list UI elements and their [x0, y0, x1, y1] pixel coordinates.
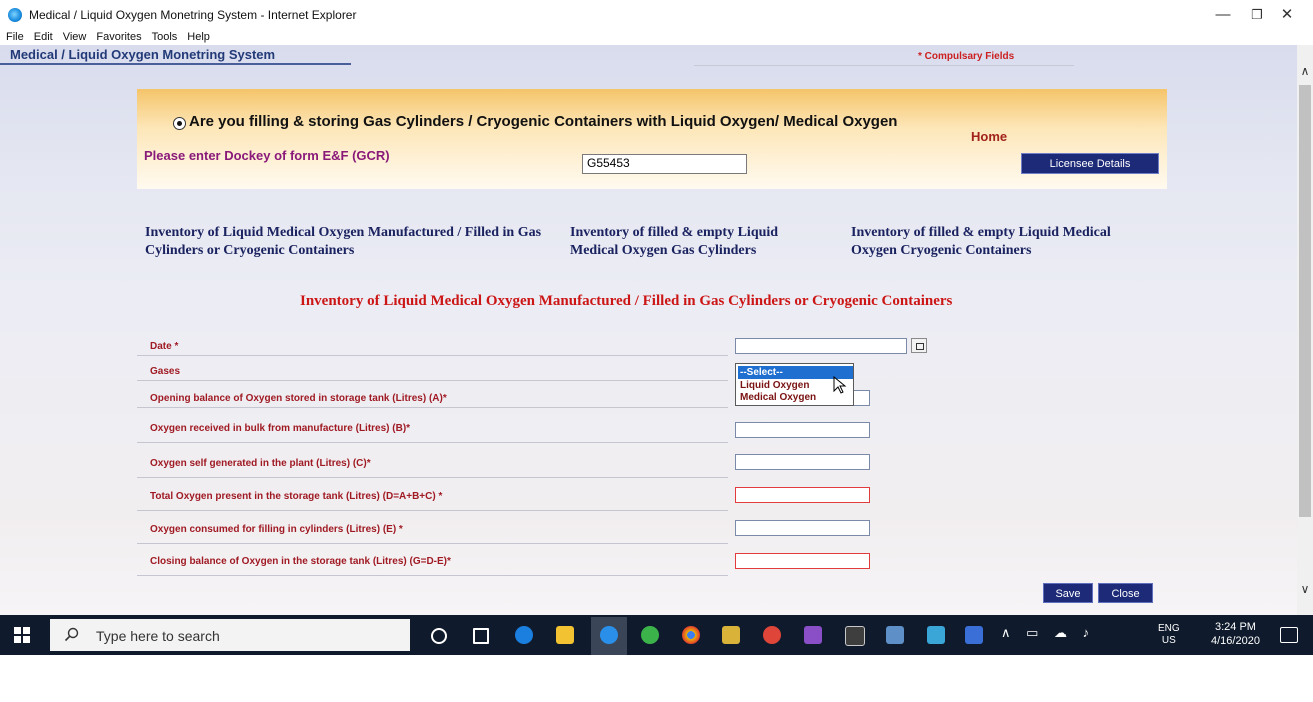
menu-help[interactable]: Help: [187, 31, 210, 43]
search-icon: [64, 627, 79, 642]
home-link[interactable]: Home: [971, 129, 1007, 144]
filling-storing-question: Are you filling & storing Gas Cylinders …: [189, 113, 898, 130]
row-divider: [137, 442, 728, 443]
close-window-button[interactable]: ✕: [1274, 4, 1300, 26]
tools-app-icon[interactable]: [927, 626, 945, 644]
consumed-oxygen-input[interactable]: [735, 520, 870, 536]
chrome-icon[interactable]: [682, 626, 700, 644]
clock-date: 4/16/2020: [1211, 635, 1260, 647]
received-bulk-label: Oxygen received in bulk from manufacture…: [150, 423, 411, 434]
notification-icon[interactable]: [1280, 627, 1298, 643]
internet-explorer-taskbar-icon: [600, 626, 618, 644]
internet-explorer-icon: [8, 8, 22, 22]
date-input[interactable]: [735, 338, 907, 354]
taskbar-clock[interactable]: 3:24 PM 4/16/2020: [1211, 620, 1260, 648]
closing-balance-input[interactable]: [735, 553, 870, 569]
taskbar-search-box[interactable]: Type here to search: [50, 619, 410, 651]
scrollbar-thumb[interactable]: [1299, 85, 1311, 517]
input-language[interactable]: ENG US: [1158, 623, 1180, 647]
gases-label: Gases: [150, 366, 181, 377]
cortana-icon[interactable]: [431, 628, 447, 644]
self-generated-input[interactable]: [735, 454, 870, 470]
consumed-oxygen-label: Oxygen consumed for filling in cylinders…: [150, 524, 403, 535]
windows-start-icon[interactable]: [14, 627, 30, 643]
save-button[interactable]: Save: [1043, 583, 1093, 603]
received-bulk-input[interactable]: [735, 422, 870, 438]
menu-bar: File Edit View Favorites Tools Help: [0, 31, 214, 45]
closing-balance-label: Closing balance of Oxygen in the storage…: [150, 556, 451, 567]
row-divider: [137, 543, 728, 544]
infinity-app-icon[interactable]: [763, 626, 781, 644]
inventory-link-cryogenic-containers[interactable]: Inventory of filled & empty Liquid Medic…: [851, 224, 1156, 260]
row-divider: [137, 510, 728, 511]
region-code: US: [1161, 635, 1176, 646]
radio-selected-dot: [177, 121, 182, 126]
inventory-link-manufactured[interactable]: Inventory of Liquid Medical Oxygen Manuf…: [145, 224, 565, 260]
title-underline: [0, 63, 351, 65]
scroll-down-icon[interactable]: ∨: [1297, 582, 1313, 598]
taskbar-active-app[interactable]: [591, 617, 627, 655]
dockey-input[interactable]: G55453: [582, 154, 747, 174]
row-divider: [137, 407, 728, 408]
windows-taskbar: Type here to search ∧ ▭ ☁ ♪ ENG US 3:24 …: [0, 615, 1313, 655]
window-title-bar: Medical / Liquid Oxygen Monetring System…: [0, 0, 1313, 30]
date-label: Date *: [150, 341, 179, 352]
menu-favorites[interactable]: Favorites: [96, 31, 141, 43]
file-explorer-icon[interactable]: [556, 626, 574, 644]
total-oxygen-label: Total Oxygen present in the storage tank…: [150, 491, 443, 502]
section-title: Inventory of Liquid Medical Oxygen Manuf…: [300, 293, 953, 309]
self-generated-label: Oxygen self generated in the plant (Litr…: [150, 458, 371, 469]
database-app-icon[interactable]: [722, 626, 740, 644]
monitor-app-icon[interactable]: [845, 626, 865, 646]
notepad-app-icon[interactable]: [886, 626, 904, 644]
minimize-button[interactable]: —: [1210, 4, 1236, 26]
edge-icon[interactable]: [515, 626, 533, 644]
clock-time: 3:24 PM: [1214, 621, 1256, 633]
compulsory-fields-note: * Compulsary Fields: [918, 51, 1015, 62]
language-code: ENG: [1158, 623, 1180, 634]
mouse-cursor-icon: [833, 376, 847, 394]
filling-storing-radio[interactable]: [173, 117, 186, 130]
total-oxygen-input[interactable]: [735, 487, 870, 503]
restore-button[interactable]: ❐: [1244, 4, 1270, 26]
calendar-icon[interactable]: [911, 338, 927, 353]
scroll-up-icon[interactable]: ∧: [1297, 64, 1313, 80]
system-tray-icons[interactable]: ∧ ▭ ☁ ♪: [1001, 625, 1111, 645]
dockey-label: Please enter Dockey of form E&F (GCR): [144, 148, 390, 163]
menu-tools[interactable]: Tools: [152, 31, 178, 43]
form-banner: Are you filling & storing Gas Cylinders …: [137, 89, 1167, 189]
menu-file[interactable]: File: [6, 31, 24, 43]
inventory-link-gas-cylinders[interactable]: Inventory of filled & empty Liquid Medic…: [570, 224, 820, 260]
row-divider: [137, 575, 728, 576]
row-divider: [137, 477, 728, 478]
green-app-icon[interactable]: [641, 626, 659, 644]
row-divider: [137, 355, 728, 356]
task-view-icon[interactable]: [473, 628, 489, 644]
gases-option-medical-oxygen[interactable]: Medical Oxygen: [738, 391, 816, 404]
menu-edit[interactable]: Edit: [34, 31, 53, 43]
window-title: Medical / Liquid Oxygen Monetring System…: [29, 8, 357, 22]
vs-app-icon[interactable]: [965, 626, 983, 644]
header-divider: [694, 65, 1074, 66]
menu-view[interactable]: View: [63, 31, 87, 43]
app-title: Medical / Liquid Oxygen Monetring System: [10, 47, 276, 62]
close-button[interactable]: Close: [1098, 583, 1153, 603]
licensee-details-button[interactable]: Licensee Details: [1021, 153, 1159, 174]
opening-balance-label: Opening balance of Oxygen stored in stor…: [150, 393, 447, 404]
row-divider: [137, 380, 728, 381]
page-content: Medical / Liquid Oxygen Monetring System…: [0, 45, 1297, 615]
search-placeholder: Type here to search: [96, 628, 220, 644]
visual-studio-icon[interactable]: [804, 626, 822, 644]
